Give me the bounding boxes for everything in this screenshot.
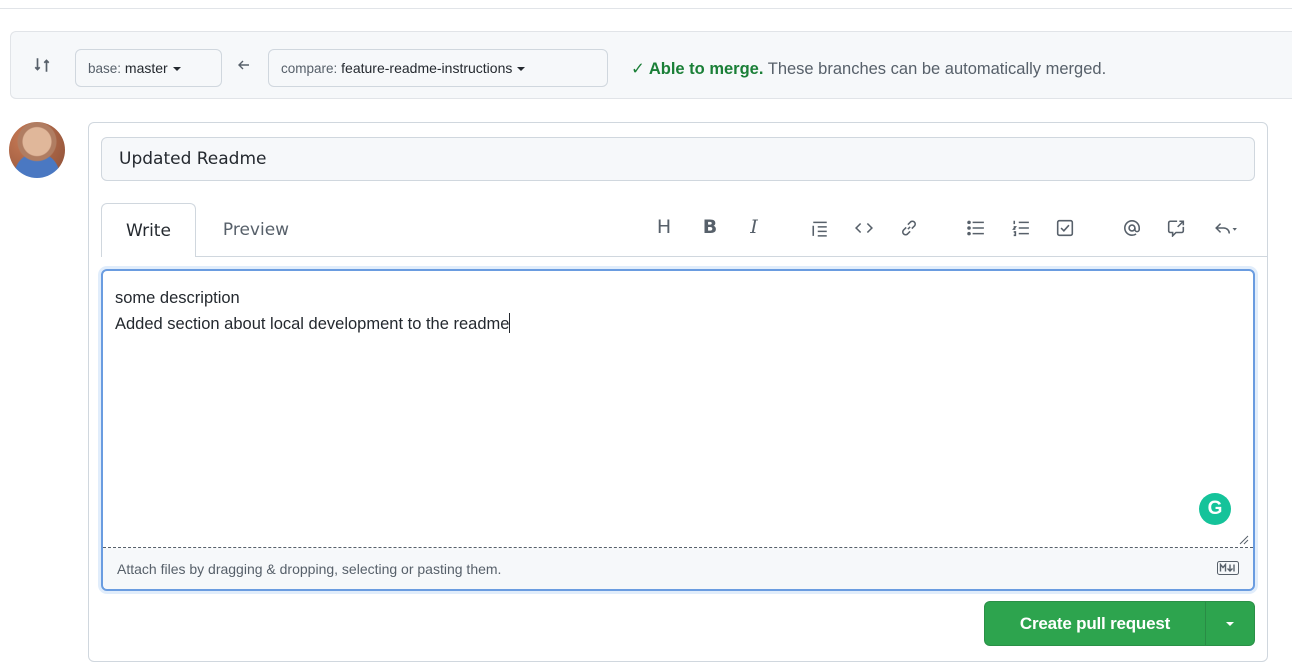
pr-title-input[interactable]: Updated Readme [101,137,1255,181]
quote-icon[interactable] [806,212,834,242]
compare-arrows-icon [34,58,50,72]
compare-prefix: compare: [281,61,338,76]
pr-body-text[interactable]: some description Added section about loc… [115,285,1235,337]
markdown-icon[interactable] [1217,561,1239,575]
merge-detail-text: These branches can be automatically merg… [767,60,1107,78]
bold-icon[interactable]: B [696,212,724,242]
heading-icon[interactable]: H [650,212,678,242]
link-icon[interactable] [895,212,923,242]
italic-icon[interactable]: I [740,212,768,242]
base-branch-select[interactable]: base: master [75,49,222,87]
mention-icon[interactable] [1118,212,1146,242]
resize-handle-icon[interactable] [1237,533,1249,545]
tab-divider [196,256,1268,257]
create-pull-request-label: Create pull request [1019,614,1171,633]
tab-write[interactable]: Write [101,203,196,257]
task-list-icon[interactable] [1051,212,1079,242]
check-icon: ✓ [631,60,645,78]
compare-branch-name: feature-readme-instructions [341,60,513,76]
code-icon[interactable] [850,212,878,242]
attach-hint: Attach files by dragging & dropping, sel… [117,561,502,577]
grammarly-icon[interactable]: G [1199,493,1231,525]
numbered-list-icon[interactable] [1007,212,1035,242]
chevron-down-icon [172,67,181,72]
compare-branch-select[interactable]: compare: feature-readme-instructions [268,49,608,87]
bulleted-list-icon[interactable] [962,212,990,242]
tab-preview[interactable]: Preview [206,203,306,257]
chevron-down-icon [1226,622,1234,626]
text-cursor [509,313,511,333]
base-prefix: base: [88,61,122,76]
avatar[interactable] [9,122,65,178]
chevron-down-icon [517,67,526,72]
reference-icon[interactable] [1162,212,1190,242]
merge-ok-text: Able to merge. [648,60,764,78]
body-line-2: Added section about local development to… [115,315,510,333]
reply-icon[interactable] [1206,212,1246,242]
pr-body-editor[interactable]: some description Added section about loc… [101,269,1255,591]
attach-bar[interactable]: Attach files by dragging & dropping, sel… [103,548,1253,589]
merge-status: ✓ Able to merge. These branches can be au… [631,59,1106,79]
body-line-1: some description [115,289,240,307]
arrow-left-icon [238,60,249,70]
create-options-dropdown[interactable] [1206,602,1254,645]
top-divider [0,8,1292,9]
base-branch-name: master [124,60,168,76]
create-pull-request-button[interactable]: Create pull request [984,601,1255,646]
compare-bar: base: master compare: feature-readme-ins… [10,31,1292,99]
